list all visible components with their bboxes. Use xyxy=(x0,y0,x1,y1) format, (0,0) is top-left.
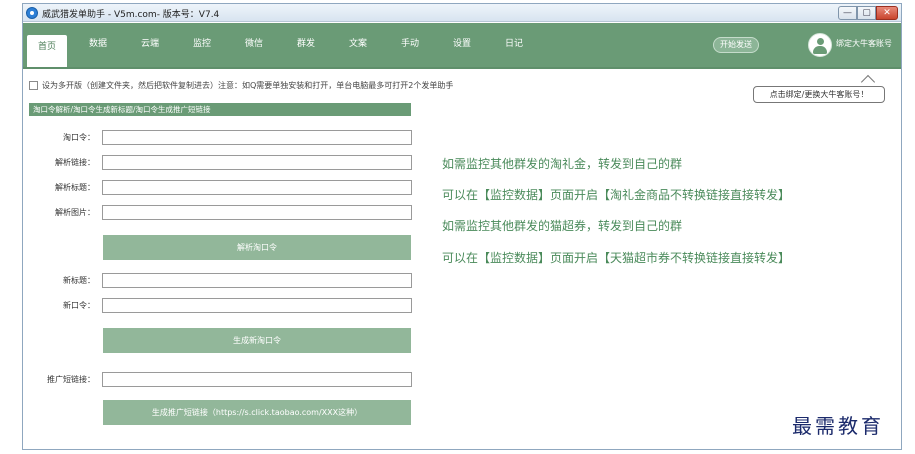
generate-kouling-button[interactable]: 生成新淘口令 xyxy=(103,328,411,353)
info-line-2: 可以在【监控数据】页面开启【淘礼金商品不转换链接直接转发】 xyxy=(442,188,791,202)
bind-account-tooltip: 点击绑定/更换大牛客账号！ xyxy=(753,86,885,103)
parse-image-label: 解析图片： xyxy=(55,208,95,217)
parse-group-header: 淘口令解析/淘口令生成新标题/淘口令生成推广短链接 xyxy=(29,103,411,116)
taokouling-label: 淘口令： xyxy=(63,133,95,142)
minimize-button[interactable]: — xyxy=(838,6,857,20)
info-line-3: 如需监控其他群发的猫超券，转发到自己的群 xyxy=(442,219,683,233)
main-content: 设为多开版（创建文件夹，然后把软件复制进去）注意：如Q需要单独安装和打开，单台电… xyxy=(23,67,901,449)
tab-data[interactable]: 数据 xyxy=(77,33,119,55)
new-title-input[interactable] xyxy=(102,273,412,288)
parse-link-label: 解析链接： xyxy=(55,158,95,167)
new-kouling-label: 新口令： xyxy=(63,301,95,310)
multi-open-checkbox[interactable] xyxy=(29,81,38,90)
parse-image-input[interactable] xyxy=(102,205,412,220)
info-line-1: 如需监控其他群发的淘礼金，转发到自己的群 xyxy=(442,157,683,171)
watermark-text: 最需教育 xyxy=(792,414,884,438)
tab-manual[interactable]: 手动 xyxy=(389,33,431,55)
parse-link-input[interactable] xyxy=(102,155,412,170)
close-button[interactable]: ✕ xyxy=(876,6,898,20)
app-window: 威武猎发单助手 - V5m.com- 版本号：V7.4 — ▢ ✕ 首页 数据 … xyxy=(22,3,902,450)
tab-group-send[interactable]: 群发 xyxy=(285,33,327,55)
bind-account-link[interactable]: 绑定大牛客账号 xyxy=(836,38,892,49)
parse-kouling-button[interactable]: 解析淘口令 xyxy=(103,235,411,260)
tab-settings[interactable]: 设置 xyxy=(441,33,483,55)
maximize-button[interactable]: ▢ xyxy=(857,6,876,20)
info-line-4: 可以在【监控数据】页面开启【天猫超市券不转换链接直接转发】 xyxy=(442,251,791,265)
account-avatar-icon[interactable] xyxy=(808,33,832,57)
nav-bar: 首页 数据 云端 监控 微信 群发 文案 手动 设置 日记 开始发送 绑定大牛客… xyxy=(23,23,901,67)
new-title-label: 新标题： xyxy=(63,276,95,285)
generate-short-link-button[interactable]: 生成推广短链接（https://s.click.taobao.com/XXX这种… xyxy=(103,400,411,425)
app-logo-icon xyxy=(26,7,38,19)
new-kouling-input[interactable] xyxy=(102,298,412,313)
start-send-button[interactable]: 开始发送 xyxy=(713,37,759,53)
multi-open-label: 设为多开版（创建文件夹，然后把软件复制进去）注意：如Q需要单独安装和打开，单台电… xyxy=(42,81,454,90)
window-title: 威武猎发单助手 - V5m.com- 版本号：V7.4 xyxy=(42,10,220,20)
short-link-label: 推广短链接： xyxy=(47,375,95,384)
tab-monitor[interactable]: 监控 xyxy=(181,33,223,55)
tab-cloud[interactable]: 云端 xyxy=(129,33,171,55)
taokouling-input[interactable] xyxy=(102,130,412,145)
tab-log[interactable]: 日记 xyxy=(493,33,535,55)
tab-home[interactable]: 首页 xyxy=(27,35,67,67)
parse-title-label: 解析标题： xyxy=(55,183,95,192)
tab-wechat[interactable]: 微信 xyxy=(233,33,275,55)
tab-copywriting[interactable]: 文案 xyxy=(337,33,379,55)
short-link-input[interactable] xyxy=(102,372,412,387)
parse-title-input[interactable] xyxy=(102,180,412,195)
title-bar: 威武猎发单助手 - V5m.com- 版本号：V7.4 — ▢ ✕ xyxy=(23,4,901,22)
